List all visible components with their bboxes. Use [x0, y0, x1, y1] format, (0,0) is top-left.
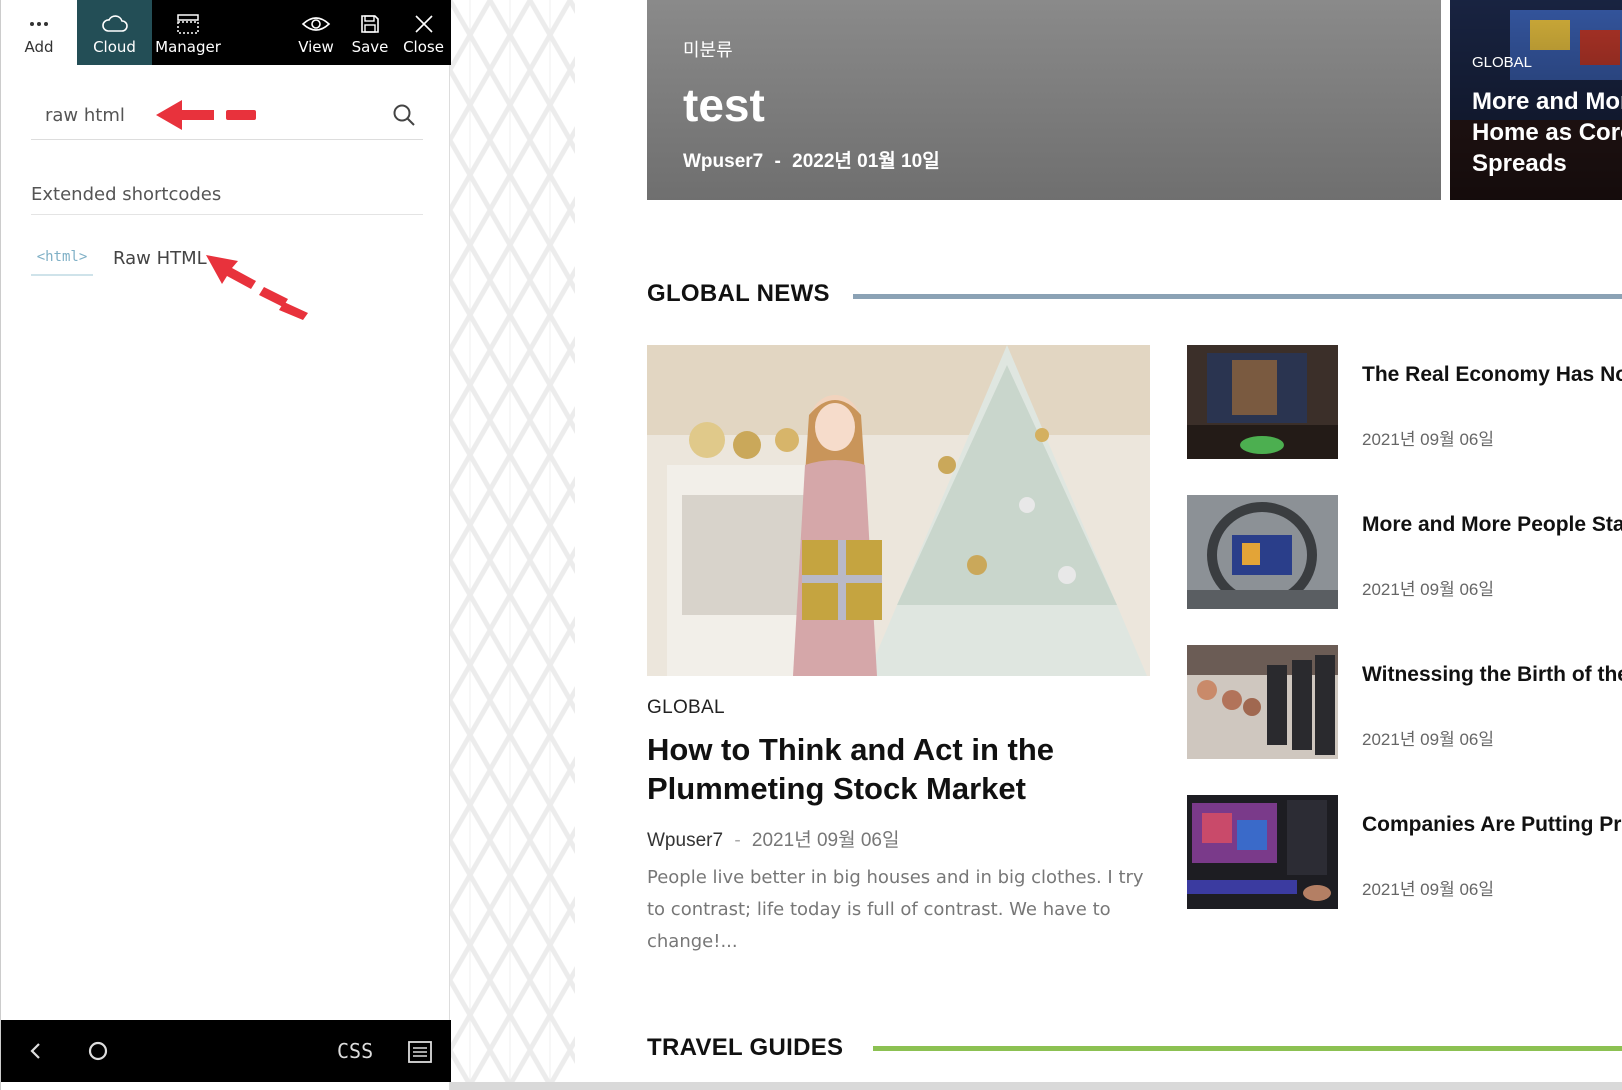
- manager-label: Manager: [155, 37, 221, 56]
- featured-post-meta: Wpuser7 - 2021년 09월 06일: [647, 825, 899, 852]
- list-item[interactable]: The Real Economy Has Not Been Tested by …: [1187, 345, 1622, 459]
- raw-html-shortcode-item[interactable]: <html> Raw HTML: [31, 240, 231, 276]
- section-divider: [31, 214, 423, 215]
- hero-separator: -: [774, 151, 781, 172]
- html-tag-icon: <html>: [31, 240, 93, 276]
- builder-panel: Add Cloud Manager View Save Close raw ht…: [0, 0, 451, 1090]
- hero-category[interactable]: 미분류: [683, 36, 733, 62]
- close-icon: [413, 11, 435, 37]
- featured-post-image[interactable]: [647, 345, 1150, 676]
- list-item-date: 2021년 09월 06일: [1362, 730, 1495, 749]
- list-item-date: 2021년 09월 06일: [1362, 580, 1495, 599]
- close-button[interactable]: Close: [396, 0, 451, 65]
- chevron-left-icon[interactable]: [23, 1038, 49, 1064]
- view-label: View: [298, 37, 334, 56]
- hero2-category[interactable]: GLOBAL: [1472, 54, 1532, 71]
- featured-post-author[interactable]: Wpuser7: [647, 830, 723, 851]
- cloud-icon: [101, 11, 129, 37]
- featured-post-category[interactable]: GLOBAL: [647, 697, 725, 719]
- featured-post-date: 2021년 09월 06일: [751, 830, 900, 851]
- site-preview: 미분류 test Wpuser7 - 2022년 01월 10일 GLOBAL …: [575, 0, 1622, 1090]
- css-button[interactable]: CSS: [337, 1039, 373, 1063]
- close-label: Close: [403, 37, 444, 56]
- view-button[interactable]: View: [288, 0, 344, 65]
- layout-icon: [175, 11, 201, 37]
- gaming-console-thumbnail: [1187, 345, 1338, 459]
- list-item[interactable]: Companies Are Putting Profits Ahead of P…: [1187, 795, 1622, 909]
- list-item[interactable]: Witnessing the Birth of the New Coronavi…: [1187, 645, 1622, 759]
- panel-toolbar: Add Cloud Manager View Save Close: [1, 0, 451, 65]
- hero-post[interactable]: 미분류 test Wpuser7 - 2022년 01월 10일: [647, 0, 1441, 200]
- hero-author[interactable]: Wpuser7: [683, 151, 763, 172]
- floppy-disk-icon: [359, 11, 381, 37]
- annotation-arrow-icon: [206, 255, 308, 320]
- list-item-title[interactable]: Witnessing the Birth of the New Coronavi…: [1362, 661, 1622, 688]
- list-item-date: 2021년 09월 06일: [1362, 880, 1495, 899]
- background-pattern: [450, 0, 575, 1090]
- add-button[interactable]: Add: [1, 0, 77, 65]
- save-button[interactable]: Save: [344, 0, 396, 65]
- featured-post-title[interactable]: How to Think and Act in the Plummeting S…: [647, 730, 1147, 808]
- list-icon[interactable]: [406, 1038, 434, 1066]
- raw-html-label: Raw HTML: [113, 247, 207, 269]
- travel-guides-heading: TRAVEL GUIDES: [647, 1034, 844, 1061]
- add-label: Add: [24, 37, 54, 56]
- global-news-divider: [853, 294, 1622, 299]
- hero-title[interactable]: test: [683, 78, 765, 132]
- list-item-title[interactable]: The Real Economy Has Not Been Tested by …: [1362, 361, 1622, 388]
- list-item[interactable]: More and More People Stay Home as Corona…: [1187, 495, 1622, 609]
- cloud-button[interactable]: Cloud: [77, 0, 152, 65]
- eye-icon: [301, 11, 331, 37]
- annotation-arrow-icon: [156, 100, 256, 130]
- hero2-title[interactable]: More and More People Stay Home as Corona…: [1472, 86, 1622, 179]
- save-label: Save: [351, 37, 389, 56]
- hero-post-secondary[interactable]: GLOBAL More and More People Stay Home as…: [1450, 0, 1622, 200]
- list-item-date: 2021년 09월 06일: [1362, 430, 1495, 449]
- manager-button[interactable]: Manager: [152, 0, 224, 65]
- gaming-pc-thumbnail: [1187, 795, 1338, 909]
- list-item-title[interactable]: Companies Are Putting Profits Ahead of P…: [1362, 811, 1622, 838]
- hero-date: 2022년 01월 10일: [792, 151, 940, 172]
- featured-post-excerpt: People live better in big houses and in …: [647, 867, 1144, 952]
- panel-bottom-bar: CSS: [1, 1020, 451, 1082]
- list-item-title[interactable]: More and More People Stay Home as Corona…: [1362, 511, 1622, 538]
- global-news-heading: GLOBAL NEWS: [647, 280, 830, 307]
- circle-icon[interactable]: [85, 1038, 111, 1064]
- travel-guides-divider: [873, 1046, 1622, 1051]
- featured-post-separator: -: [734, 830, 741, 851]
- cloud-label: Cloud: [93, 37, 136, 56]
- more-dots-icon: [29, 11, 49, 37]
- hero-meta: Wpuser7 - 2022년 01월 10일: [683, 146, 940, 173]
- car-dashboard-thumbnail: [1187, 495, 1338, 609]
- section-label: Extended shortcodes: [31, 184, 222, 205]
- christmas-girl-image: [647, 345, 1150, 676]
- search-icon[interactable]: [391, 102, 417, 128]
- esports-players-thumbnail: [1187, 645, 1338, 759]
